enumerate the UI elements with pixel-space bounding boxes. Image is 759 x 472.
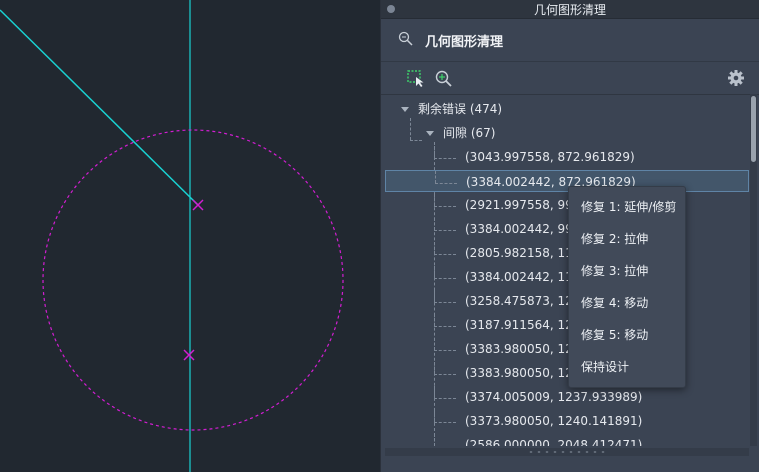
tree-connector [434,278,456,279]
fix-context-menu: 修复 1: 延伸/修剪 修复 2: 拉伸 修复 3: 拉伸 修复 4: 移动 修… [568,186,686,388]
tree-connector [434,374,456,375]
tree-connector [434,326,456,327]
gear-icon[interactable] [725,67,747,89]
palette-toolbar [381,62,759,95]
palette-titlebar[interactable]: 几何图形清理 [381,0,759,19]
error-item-label: (2921.997558, 992. [465,198,585,212]
palette-header-title: 几何图形清理 [425,35,504,50]
error-item-row[interactable]: (3187.911564, 1214 [385,314,747,336]
tree-root-row[interactable]: 剩余错误 (474) [385,98,747,120]
error-item-row[interactable]: (3383.980050, 123 [385,338,747,360]
tree-connector [434,350,456,351]
error-item-row[interactable]: (3384.002442, 872.961829) [385,170,749,192]
error-item-label: (3043.997558, 872.961829) [465,150,635,164]
tree-connector [435,183,457,184]
select-objects-icon[interactable] [405,67,427,89]
error-tree[interactable]: 剩余错误 (474) 间隙 (67) (3043.997558, 872.961… [385,96,749,446]
menu-item-keep-design[interactable]: 保持设计 [569,351,685,383]
menu-item-fix-4[interactable]: 修复 4: 移动 [569,287,685,319]
error-item-row[interactable]: (3043.997558, 872.961829) [385,146,747,168]
window-title: 几何图形清理 [533,3,606,17]
menu-item-fix-3[interactable]: 修复 3: 拉伸 [569,255,685,287]
error-item-label: (3374.005009, 1237.933989) [465,390,643,404]
error-item-row[interactable]: (2805.982158, 1113 [385,242,747,264]
menu-item-fix-2[interactable]: 修复 2: 拉伸 [569,223,685,255]
chevron-down-icon[interactable] [426,131,434,136]
tree-connector [434,410,435,422]
tree-connector [434,434,435,446]
tree-connector [434,194,435,206]
tree-connector [434,230,456,231]
gap-marker-top[interactable] [192,199,204,211]
tree-connector [434,398,456,399]
chevron-down-icon[interactable] [401,107,409,112]
gap-marker-bottom[interactable] [183,349,195,361]
tree-connector [434,386,435,398]
error-item-row[interactable]: (3258.475873, 1204 [385,290,747,312]
error-item-label: (2586.000000, 2048.412471) [465,438,643,446]
tree-root-label: 剩余错误 (474) [418,102,503,116]
menu-item-fix-1[interactable]: 修复 1: 延伸/修剪 [569,191,685,223]
tree-connector [434,146,435,158]
tree-group-label: 间隙 (67) [443,126,496,140]
tree-connector [434,218,435,230]
error-item-label: (3383.980050, 123 [465,342,581,356]
error-item-row[interactable]: (2921.997558, 992. [385,194,747,216]
tree-connector [434,158,456,159]
drawing-canvas[interactable] [0,0,380,472]
error-item-row[interactable]: (3374.005009, 1237.933989) [385,386,747,408]
tree-group-row[interactable]: 间隙 (67) [385,122,747,144]
vertical-scrollbar-thumb[interactable] [751,96,756,162]
tree-connector [434,206,456,207]
error-item-label: (3383.980050, 123 [465,366,581,380]
tree-connector [434,314,435,326]
error-item-row[interactable]: (2586.000000, 2048.412471) [385,434,747,446]
error-item-label: (3384.002442, 992 [465,222,581,236]
tree-connector [435,171,436,183]
palette-header: 几何图形清理 [381,19,759,62]
error-item-row[interactable]: (3384.002442, 992 [385,218,747,240]
tree-connector [434,302,456,303]
error-item-label: (3373.980050, 1240.141891) [465,414,643,428]
scroll-grip-icon[interactable] [527,450,605,454]
tree-connector [434,362,435,374]
tree-connector [434,290,435,302]
error-item-row[interactable]: (3373.980050, 1240.141891) [385,410,747,432]
tree-connector [434,338,435,350]
tree-connector [434,422,456,423]
diagonal-line[interactable] [0,9,199,206]
geometry-cleanup-icon [398,31,413,46]
error-item-row[interactable]: (3384.002442, 1114 [385,266,747,288]
menu-item-fix-5[interactable]: 修复 5: 移动 [569,319,685,351]
dashed-circle[interactable] [42,129,344,431]
horizontal-scrollbar[interactable] [385,448,749,456]
error-item-row[interactable]: (3383.980050, 123 [385,362,747,384]
zoom-to-error-icon[interactable] [433,67,455,89]
palette-footer [381,458,759,472]
tree-connector [434,242,435,254]
tree-connector [434,266,435,278]
tree-connector [434,254,456,255]
